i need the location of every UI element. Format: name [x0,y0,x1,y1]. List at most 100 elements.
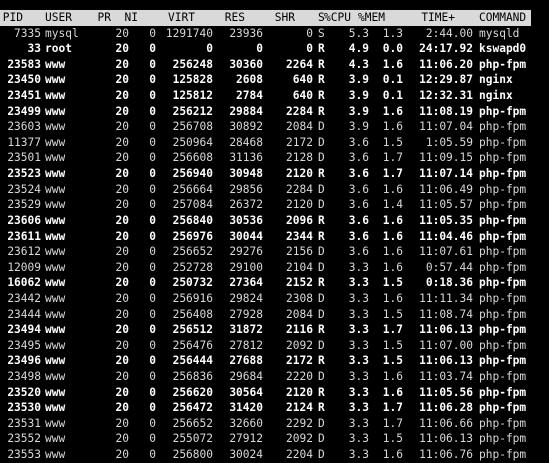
mem-cell: 1.6 [382,291,403,305]
virt-cell: 256940 [172,167,213,181]
shr-cell: 2156 [286,245,313,259]
process-row[interactable]: 23451 www 20 0 125812 2784 640 R 3.9 0.1 12:32.31 n… [0,88,549,104]
command-cell: php-fpm [479,385,527,399]
process-row[interactable]: 23494 www 20 0 256512 31872 2116 R 3.3 1.7 11:06.1… [0,322,549,338]
mem-cell: 1.7 [382,151,403,165]
user-cell: www [45,213,66,227]
time-cell: 11:07.04 [419,120,473,134]
process-row[interactable]: 23450 www 20 0 125828 2608 640 R 3.9 0.1 12:29.87 n… [0,72,549,88]
mem-cell: 1.3 [382,26,403,40]
process-row[interactable]: 23496 www 20 0 256444 27688 2172 R 3.3 1.5 11:06.1… [0,353,549,369]
process-row[interactable]: 12009 www 20 0 252728 29100 2104 D 3.3 1.6 0:57.44… [0,260,549,276]
mem-cell: 1.6 [382,385,403,399]
pid-cell: 23611 [7,229,41,243]
priority-cell: 20 [115,307,129,321]
user-cell: www [45,323,66,337]
user-cell: mysql [45,26,79,40]
time-cell: 11:04.46 [419,229,473,243]
command-cell: php-fpm [479,57,527,71]
process-row[interactable]: 16062 www 20 0 250732 27364 2152 R 3.3 1.5 0:18.36… [0,275,549,291]
res-cell: 32660 [229,416,263,430]
res-cell: 29824 [229,291,263,305]
process-row[interactable]: 23498 www 20 0 256836 29684 2220 D 3.3 1.6 11:03.7… [0,369,549,385]
shr-cell: 2172 [286,354,313,368]
nice-cell: 0 [149,151,156,165]
virt-cell: 256512 [172,323,213,337]
process-row[interactable]: 23520 www 20 0 256620 30564 2120 R 3.3 1.6 11:05.5… [0,385,549,401]
res-cell: 30024 [229,448,263,462]
cpu-cell: 3.3 [348,416,369,430]
nice-cell: 0 [149,401,156,415]
mem-cell: 1.6 [382,182,403,196]
process-row[interactable]: 23523 www 20 0 256940 30948 2120 R 3.6 1.7 11:07.1… [0,166,549,182]
process-row[interactable]: 33 root 20 0 0 0 0 R 4.9 0.0 24:17.92 kswapd0 [0,41,549,57]
header-cpu: %CPU [324,11,351,24]
pid-cell: 23523 [7,167,41,181]
process-row[interactable]: 23499 www 20 0 256212 29884 2284 R 3.9 1.6 11:08.1… [0,104,549,120]
state-cell: R [318,104,325,118]
time-cell: 11:05.56 [419,385,473,399]
process-row[interactable]: 23444 www 20 0 256408 27928 2084 D 3.3 1.5 11:08.7… [0,307,549,323]
res-cell: 30360 [229,57,263,71]
process-row[interactable]: 23495 www 20 0 256476 27812 2092 D 3.3 1.5 11:07.0… [0,338,549,354]
cpu-cell: 3.9 [348,73,369,87]
process-row[interactable]: 23603 www 20 0 256708 30892 2084 D 3.9 1.6 11:07.0… [0,119,549,135]
pid-cell: 23499 [7,104,41,118]
shr-cell: 2120 [286,198,313,212]
mem-cell: 1.7 [382,323,403,337]
process-row[interactable]: 23611 www 20 0 256976 30044 2344 R 3.6 1.6 11:04.4… [0,229,549,245]
virt-cell: 256840 [172,213,213,227]
pid-cell: 23524 [7,182,41,196]
priority-cell: 20 [115,89,129,103]
process-row[interactable]: 23606 www 20 0 256840 30536 2096 R 3.6 1.6 11:05.3… [0,213,549,229]
shr-cell: 0 [306,26,313,40]
nice-cell: 0 [149,276,156,290]
time-cell: 11:06.28 [419,401,473,415]
virt-cell: 250732 [172,276,213,290]
state-cell: R [318,354,325,368]
priority-cell: 20 [115,104,129,118]
user-cell: www [45,370,66,383]
mem-cell: 1.5 [382,432,403,446]
process-row[interactable]: 23552 www 20 0 255072 27912 2092 D 3.3 1.5 11:06.1… [0,431,549,447]
process-row[interactable]: 7335 mysql 20 0 1291740 23936 0 S 5.3 1.3 2:44.00 m… [0,26,549,42]
pid-cell: 11377 [7,135,41,149]
shr-cell: 2292 [286,416,313,430]
time-cell: 11:06.49 [419,182,473,196]
process-row[interactable]: 23501 www 20 0 256608 31136 2128 D 3.6 1.7 11:09.1… [0,150,549,166]
process-list: 7335 mysql 20 0 1291740 23936 0 S 5.3 1.3 2:44.00 m… [0,26,549,463]
time-cell: 11:07.14 [419,167,473,181]
shr-cell: 2264 [286,57,313,71]
res-cell: 26372 [229,198,263,212]
user-cell: www [45,182,66,196]
top-terminal[interactable]: PID USER PR NI VIRT RES SHR S %CPU %MEM … [0,0,549,461]
pid-cell: 23442 [7,291,41,305]
cpu-cell: 3.3 [348,338,369,352]
priority-cell: 20 [115,73,129,87]
process-row[interactable]: 23553 www 20 0 256800 30024 2204 D 3.3 1.6 11:06.7… [0,447,549,463]
command-cell: php-fpm [479,354,527,368]
command-cell: php-fpm [479,338,527,352]
virt-cell: 250964 [172,135,213,149]
process-row[interactable]: 23583 www 20 0 256248 30360 2264 R 4.3 1.6 11:06.2… [0,57,549,73]
cpu-cell: 3.6 [348,135,369,149]
res-cell: 27688 [229,354,263,368]
time-cell: 11:06.13 [419,354,473,368]
process-row[interactable]: 23524 www 20 0 256664 29856 2284 D 3.6 1.6 11:06.4… [0,182,549,198]
command-cell: kswapd0 [479,42,527,56]
process-row[interactable]: 23529 www 20 0 257084 26372 2120 D 3.6 1.4 11:05.5… [0,197,549,213]
priority-cell: 20 [115,338,129,352]
priority-cell: 20 [115,42,129,56]
cpu-cell: 3.3 [348,307,369,321]
process-row[interactable]: 23442 www 20 0 256916 29824 2308 D 3.3 1.6 11:11.3… [0,291,549,307]
process-row[interactable]: 23530 www 20 0 256472 31420 2124 R 3.3 1.7 11:06.2… [0,400,549,416]
pid-cell: 23520 [7,385,41,399]
virt-cell: 125812 [172,89,213,103]
process-row[interactable]: 23531 www 20 0 256652 32660 2292 D 3.3 1.7 11:06.6… [0,416,549,432]
cpu-cell: 4.9 [348,42,369,56]
virt-cell: 256408 [172,307,213,321]
mem-cell: 0.1 [382,89,403,103]
process-row[interactable]: 11377 www 20 0 250964 28468 2172 D 3.6 1.5 1:05.59… [0,135,549,151]
process-row[interactable]: 23612 www 20 0 256652 29276 2156 D 3.6 1.6 11:07.6… [0,244,549,260]
time-cell: 11:06.20 [419,57,473,71]
